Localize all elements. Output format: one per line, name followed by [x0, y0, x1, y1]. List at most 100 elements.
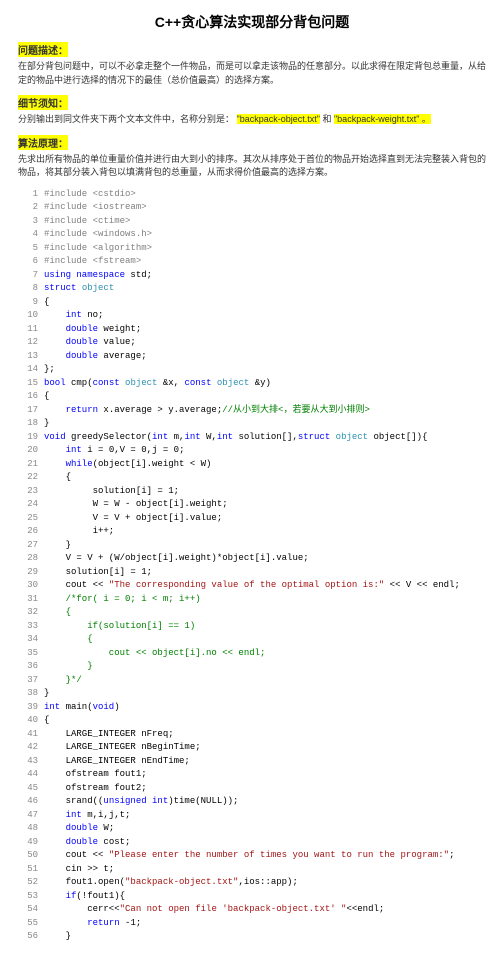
line-content: #include <ctime> [44, 215, 486, 229]
code-line: 23 solution[i] = 1; [18, 485, 486, 499]
line-content: cin >> t; [44, 863, 486, 877]
code-line: 36 } [18, 660, 486, 674]
code-line: 6#include <fstream> [18, 255, 486, 269]
code-line: 26 i++; [18, 525, 486, 539]
line-number: 8 [18, 282, 38, 296]
line-content: return x.average > y.average;//从小到大排<，若要… [44, 404, 486, 418]
code-line: 54 cerr<<"Can not open file 'backpack-ob… [18, 903, 486, 917]
line-number: 3 [18, 215, 38, 229]
line-content: cout << "Please enter the number of time… [44, 849, 486, 863]
line-number: 25 [18, 512, 38, 526]
code-line: 5#include <algorithm> [18, 242, 486, 256]
code-line: 55 return -1; [18, 917, 486, 931]
line-content: if(!fout1){ [44, 890, 486, 904]
code-line: 33 if(solution[i] == 1) [18, 620, 486, 634]
code-line: 18} [18, 417, 486, 431]
code-line: 25 V = V + object[i].value; [18, 512, 486, 526]
line-number: 33 [18, 620, 38, 634]
code-line: 56 } [18, 930, 486, 944]
code-line: 37 }*/ [18, 674, 486, 688]
filename-1: "backpack-object.txt" [237, 114, 320, 124]
line-number: 29 [18, 566, 38, 580]
code-line: 30 cout << "The corresponding value of t… [18, 579, 486, 593]
line-number: 1 [18, 188, 38, 202]
line-content: fout1.open("backpack-object.txt",ios::ap… [44, 876, 486, 890]
section-heading-1: 问题描述： [18, 42, 68, 57]
line-content: ofstream fout1; [44, 768, 486, 782]
code-line: 22 { [18, 471, 486, 485]
line-content: V = V + (W/object[i].weight)*object[i].v… [44, 552, 486, 566]
code-line: 24 W = W - object[i].weight; [18, 498, 486, 512]
line-number: 14 [18, 363, 38, 377]
paragraph-2: 分别输出到同文件夹下两个文本文件中，名称分别是： "backpack-objec… [18, 113, 486, 127]
line-content: int main(void) [44, 701, 486, 715]
line-content: { [44, 296, 486, 310]
code-line: 52 fout1.open("backpack-object.txt",ios:… [18, 876, 486, 890]
code-line: 53 if(!fout1){ [18, 890, 486, 904]
line-content: } [44, 930, 486, 944]
code-line: 4#include <windows.h> [18, 228, 486, 242]
line-number: 54 [18, 903, 38, 917]
line-number: 23 [18, 485, 38, 499]
code-line: 38} [18, 687, 486, 701]
line-content: LARGE_INTEGER nFreq; [44, 728, 486, 742]
paragraph-1: 在部分背包问题中，可以不必拿走整个一件物品，而是可以拿走该物品的任意部分。以此求… [18, 60, 486, 87]
code-line: 9{ [18, 296, 486, 310]
line-content: if(solution[i] == 1) [44, 620, 486, 634]
line-number: 30 [18, 579, 38, 593]
line-content: }; [44, 363, 486, 377]
code-line: 34 { [18, 633, 486, 647]
code-line: 16{ [18, 390, 486, 404]
code-line: 47 int m,i,j,t; [18, 809, 486, 823]
line-content: double average; [44, 350, 486, 364]
code-line: 40{ [18, 714, 486, 728]
code-line: 48 double W; [18, 822, 486, 836]
line-number: 38 [18, 687, 38, 701]
line-number: 27 [18, 539, 38, 553]
line-number: 47 [18, 809, 38, 823]
code-line: 19void greedySelector(int m,int W,int so… [18, 431, 486, 445]
line-content: W = W - object[i].weight; [44, 498, 486, 512]
line-content: double value; [44, 336, 486, 350]
line-content: int no; [44, 309, 486, 323]
line-number: 28 [18, 552, 38, 566]
line-number: 18 [18, 417, 38, 431]
line-number: 36 [18, 660, 38, 674]
code-line: 32 { [18, 606, 486, 620]
line-content: double weight; [44, 323, 486, 337]
code-line: 14}; [18, 363, 486, 377]
section-heading-2: 细节须知： [18, 95, 68, 110]
code-line: 35 cout << object[i].no << endl; [18, 647, 486, 661]
line-content: cerr<<"Can not open file 'backpack-objec… [44, 903, 486, 917]
code-line: 44 ofstream fout1; [18, 768, 486, 782]
code-line: 17 return x.average > y.average;//从小到大排<… [18, 404, 486, 418]
code-line: 20 int i = 0,V = 0,j = 0; [18, 444, 486, 458]
code-block: 1#include <cstdio>2#include <iostream>3#… [18, 188, 486, 944]
line-content: struct object [44, 282, 486, 296]
code-line: 27 } [18, 539, 486, 553]
line-number: 5 [18, 242, 38, 256]
line-number: 24 [18, 498, 38, 512]
code-line: 42 LARGE_INTEGER nBeginTime; [18, 741, 486, 755]
line-number: 6 [18, 255, 38, 269]
line-number: 13 [18, 350, 38, 364]
code-line: 45 ofstream fout2; [18, 782, 486, 796]
line-content: while(object[i].weight < W) [44, 458, 486, 472]
code-line: 11 double weight; [18, 323, 486, 337]
code-line: 29 solution[i] = 1; [18, 566, 486, 580]
line-number: 44 [18, 768, 38, 782]
line-content: int i = 0,V = 0,j = 0; [44, 444, 486, 458]
line-content: } [44, 539, 486, 553]
line-content: cout << object[i].no << endl; [44, 647, 486, 661]
line-number: 46 [18, 795, 38, 809]
code-line: 3 #include <ctime> [18, 215, 486, 229]
line-number: 48 [18, 822, 38, 836]
section-3: 算法原理： 先求出所有物品的单位重量价值并进行由大到小的排序。其次从排序处于首位… [18, 135, 486, 180]
code-line: 15bool cmp(const object &x, const object… [18, 377, 486, 391]
paragraph-3: 先求出所有物品的单位重量价值并进行由大到小的排序。其次从排序处于首位的物品开始选… [18, 153, 486, 180]
line-number: 11 [18, 323, 38, 337]
line-number: 15 [18, 377, 38, 391]
code-line: 10 int no; [18, 309, 486, 323]
line-content: } [44, 660, 486, 674]
code-line: 21 while(object[i].weight < W) [18, 458, 486, 472]
